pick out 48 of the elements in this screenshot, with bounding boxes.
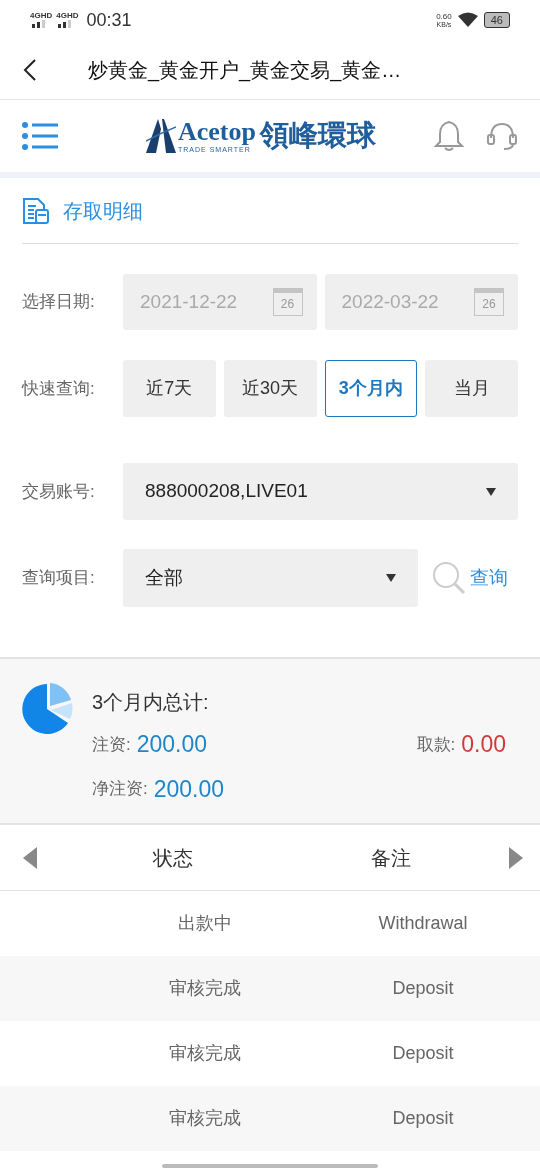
table-cell-text: Deposit <box>391 1042 455 1065</box>
withdraw-amount: 0.00 <box>461 730 506 759</box>
net-deposit-amount: 200.00 <box>153 774 225 804</box>
table-cell-text: Deposit <box>391 1107 455 1130</box>
deposit-label: 注资: <box>92 733 131 756</box>
account-dropdown[interactable]: 888000208,LIVE01 <box>123 463 518 520</box>
page-title: 炒黄金_黄金开户_黄金交易_黄金… <box>88 57 402 84</box>
signal-indicator: 4GHD <box>30 12 53 28</box>
item-dropdown[interactable]: 全部 <box>123 549 418 607</box>
table-cell-text: 审核完成 <box>168 977 242 1000</box>
quick-filter-tab[interactable]: 近30天 <box>223 360 317 417</box>
bell-icon[interactable] <box>434 120 464 152</box>
brand-name: Acetop <box>178 119 256 145</box>
quick-filter-tab[interactable]: 近7天 <box>123 360 216 417</box>
field-label: 查询项目: <box>22 567 96 590</box>
clock-time: 00:31 <box>86 8 132 32</box>
caret-icon <box>386 574 396 582</box>
pie-chart-icon <box>21 683 73 735</box>
quick-filter-tab[interactable]: 当月 <box>425 360 518 417</box>
field-label: 快速查询: <box>22 377 96 400</box>
withdraw-label: 取款: <box>416 733 456 756</box>
deposit-amount: 200.00 <box>136 730 208 759</box>
signal-indicator: 4GHD <box>56 12 79 28</box>
headset-icon[interactable] <box>486 120 518 152</box>
table-cell-text: 出款中 <box>177 912 233 935</box>
calendar-icon: 26 <box>474 288 504 316</box>
battery-indicator: 46 <box>483 12 510 28</box>
wifi-icon <box>457 12 478 28</box>
table-cell-text: 审核完成 <box>168 1107 242 1130</box>
table-cell-text: Deposit <box>391 977 455 1000</box>
field-label: 选择日期: <box>22 291 96 314</box>
caret-icon <box>486 487 496 496</box>
table-cell-text: Withdrawal <box>377 912 469 935</box>
summary-title: 3个月内总计: <box>92 690 210 715</box>
column-header: 备注 <box>370 845 412 871</box>
search-button[interactable]: 查询 <box>432 561 508 595</box>
logo-icon <box>146 119 176 153</box>
document-icon <box>22 196 50 225</box>
brand-chinese-name: 領峰環球 <box>260 117 376 155</box>
net-deposit-label: 净注资: <box>92 778 148 800</box>
field-label: 交易账号: <box>22 480 96 503</box>
calendar-icon: 26 <box>272 288 303 316</box>
section-title: 存取明细 <box>63 198 143 224</box>
table-cell-text: 审核完成 <box>168 1042 242 1065</box>
menu-icon[interactable] <box>22 122 58 150</box>
quick-filter-tab[interactable]: 3个月内 <box>324 360 418 417</box>
column-header: 状态 <box>152 845 194 871</box>
back-icon[interactable] <box>23 57 37 82</box>
